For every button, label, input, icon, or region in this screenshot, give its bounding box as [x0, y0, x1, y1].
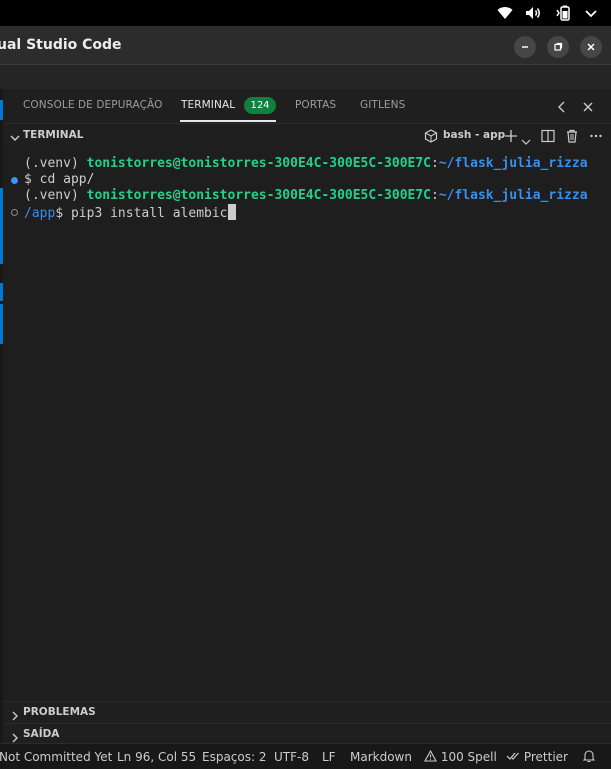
terminal-section-title: TERMINAL: [23, 129, 84, 141]
battery-icon[interactable]: [555, 5, 573, 21]
terminal-section-header[interactable]: TERMINAL bash - app: [3, 124, 611, 146]
shell-name[interactable]: bash - app: [443, 129, 505, 141]
prettier-status[interactable]: Prettier: [506, 750, 568, 764]
problems-section-header[interactable]: PROBLEMAS: [3, 701, 611, 723]
eol-status[interactable]: LF: [322, 750, 336, 764]
chevron-down-icon[interactable]: [585, 8, 597, 18]
terminal-shell-icon: [424, 128, 438, 147]
new-terminal-icon[interactable]: [504, 128, 518, 147]
chevron-left-icon[interactable]: [554, 99, 570, 115]
minimize-button[interactable]: [514, 36, 536, 58]
command-pending-icon[interactable]: [11, 209, 18, 216]
warning-icon: [424, 749, 441, 764]
more-actions-icon[interactable]: [589, 128, 603, 147]
problems-section-title: PROBLEMAS: [23, 706, 96, 718]
bell-icon[interactable]: [582, 749, 596, 766]
command-success-icon[interactable]: [11, 177, 18, 184]
tab-gitlens[interactable]: GITLENS: [360, 99, 405, 111]
status-bar: Not Committed Yet Ln 96, Col 55 Espaços:…: [0, 743, 611, 769]
encoding-status[interactable]: UTF-8: [274, 750, 309, 764]
spell-check-status[interactable]: 100 Spell: [424, 749, 497, 764]
terminal-line: /app$ pip3 install alembic: [24, 204, 236, 221]
close-panel-icon[interactable]: [580, 99, 596, 115]
editor-tab-strip: [0, 65, 611, 89]
double-check-icon: [506, 750, 524, 764]
panel-tab-bar: CONSOLE DE DEPURAÇÃO TERMINAL 124 PORTAS…: [3, 89, 611, 124]
spell-check-label: 100 Spell: [440, 750, 497, 764]
window-title: ual Studio Code: [0, 37, 122, 53]
tab-debug-console[interactable]: CONSOLE DE DEPURAÇÃO: [23, 99, 162, 111]
language-mode-status[interactable]: Markdown: [350, 750, 412, 764]
cursor-position-status[interactable]: Ln 96, Col 55: [117, 750, 196, 764]
tab-ports[interactable]: PORTAS: [295, 99, 336, 111]
volume-icon[interactable]: [525, 6, 543, 20]
split-terminal-icon[interactable]: [541, 128, 555, 147]
close-window-button[interactable]: [580, 36, 602, 58]
trash-icon[interactable]: [565, 128, 579, 147]
maximize-button[interactable]: [547, 36, 569, 58]
tab-terminal[interactable]: TERMINAL: [181, 99, 235, 111]
git-blame-status[interactable]: Not Committed Yet: [0, 750, 112, 764]
title-bar: ual Studio Code: [0, 26, 611, 65]
terminal-line: (.venv) tonistorres@tonistorres-300E4C-3…: [24, 188, 588, 203]
terminal-line: $ cd app/: [24, 172, 95, 187]
terminal-count-badge: 124: [244, 97, 276, 114]
indentation-status[interactable]: Espaços: 2: [202, 750, 267, 764]
terminal-output[interactable]: (.venv) tonistorres@tonistorres-300E4C-3…: [3, 148, 611, 700]
output-section-header[interactable]: SAÍDA: [3, 723, 611, 745]
terminal-line: (.venv) tonistorres@tonistorres-300E4C-3…: [24, 156, 588, 171]
active-tab-indicator: [180, 120, 276, 122]
wifi-icon[interactable]: [497, 6, 513, 20]
terminal-cursor: [227, 204, 236, 220]
prettier-label: Prettier: [523, 750, 568, 764]
output-section-title: SAÍDA: [23, 728, 60, 740]
chevron-down-icon[interactable]: [9, 129, 21, 148]
system-top-bar: [0, 0, 611, 26]
